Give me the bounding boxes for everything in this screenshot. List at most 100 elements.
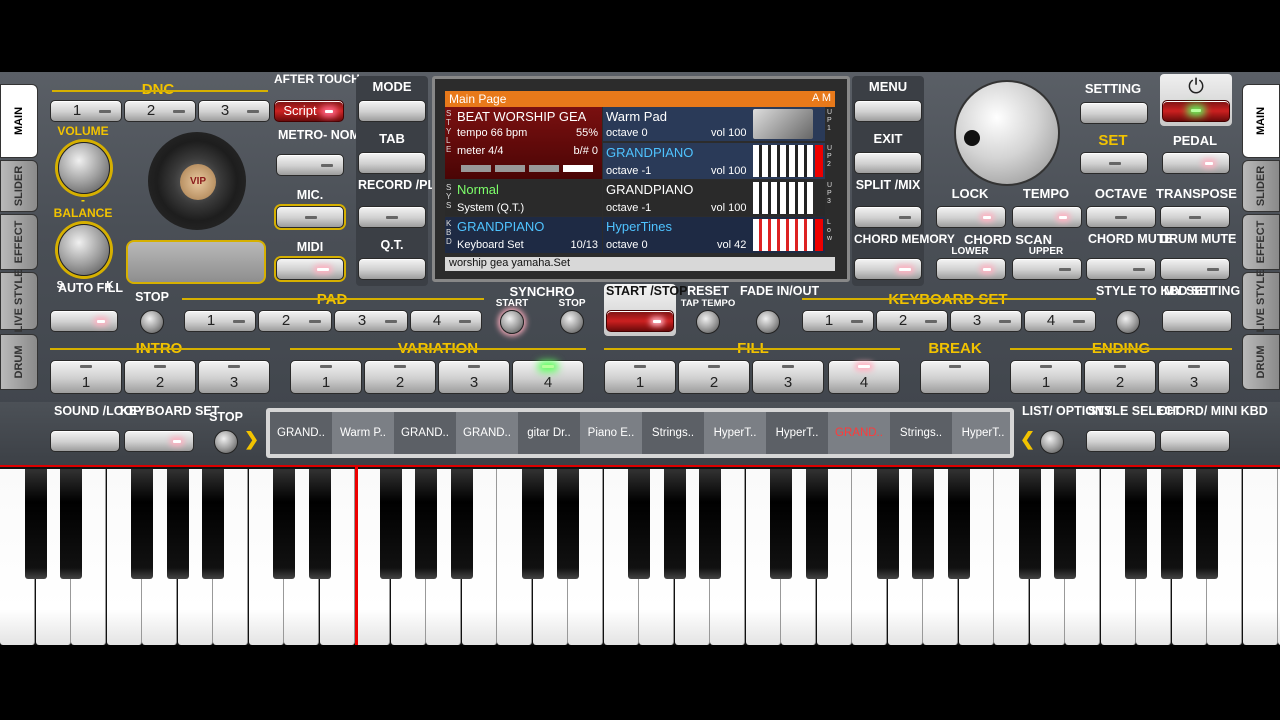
tempo-button[interactable] bbox=[1012, 206, 1082, 228]
keyboard-set-button-4[interactable]: 4 bbox=[1024, 310, 1096, 332]
upper2-voice-panel[interactable]: GRANDPIANO octave -1 vol 100 bbox=[603, 143, 825, 179]
dnc-button-1[interactable]: 1 bbox=[50, 100, 122, 122]
keyboard-set-button-3[interactable]: 3 bbox=[950, 310, 1022, 332]
black-key[interactable] bbox=[24, 469, 47, 579]
exit-button[interactable] bbox=[854, 152, 922, 174]
black-key[interactable] bbox=[131, 469, 153, 579]
black-key[interactable] bbox=[202, 469, 224, 579]
black-key[interactable] bbox=[947, 469, 970, 579]
synchro-stop-knob[interactable] bbox=[560, 310, 584, 334]
pedal-button[interactable] bbox=[1162, 152, 1230, 174]
chord-scan-upper-button[interactable] bbox=[1012, 258, 1082, 280]
black-key[interactable] bbox=[876, 469, 899, 579]
menu-button[interactable] bbox=[854, 100, 922, 122]
mode-button[interactable] bbox=[358, 100, 426, 122]
lower-voice-panel[interactable]: HyperTines octave 0 vol 42 bbox=[603, 217, 825, 253]
set-button[interactable] bbox=[1080, 152, 1148, 174]
tab-slider-left[interactable]: SLIDER bbox=[0, 160, 38, 212]
voice-slot-5[interactable]: gitar Dr.. bbox=[518, 412, 580, 454]
record-play-button[interactable] bbox=[358, 206, 426, 228]
my-setting-button[interactable] bbox=[1162, 310, 1232, 332]
auto-fill-button[interactable] bbox=[50, 310, 118, 332]
black-key[interactable] bbox=[1018, 469, 1041, 579]
tab-main-left[interactable]: MAIN bbox=[0, 84, 38, 158]
black-key[interactable] bbox=[805, 469, 828, 579]
white-key[interactable] bbox=[1242, 469, 1278, 645]
dnc-button-2[interactable]: 2 bbox=[124, 100, 196, 122]
voice-slot-7[interactable]: Strings.. bbox=[642, 412, 704, 454]
ending-button-3[interactable]: 3 bbox=[1158, 360, 1230, 394]
voice-slot-8[interactable]: HyperT.. bbox=[704, 412, 766, 454]
black-key[interactable] bbox=[166, 469, 189, 579]
voice-slot-9[interactable]: HyperT.. bbox=[766, 412, 828, 454]
pad-button-3[interactable]: 3 bbox=[334, 310, 408, 332]
tab-effect-right[interactable]: EFFECT bbox=[1242, 214, 1280, 270]
qt-button[interactable] bbox=[358, 258, 426, 280]
metronome-button[interactable] bbox=[276, 154, 344, 176]
keyboard-set-button-2[interactable]: 2 bbox=[876, 310, 948, 332]
lock-button[interactable] bbox=[936, 206, 1006, 228]
tab-drum-right[interactable]: DRUM bbox=[1242, 334, 1280, 390]
ending-button-2[interactable]: 2 bbox=[1084, 360, 1156, 394]
variation-button-4[interactable]: 4 bbox=[512, 360, 584, 394]
chord-mute-button[interactable] bbox=[1086, 258, 1156, 280]
chord-memory-button[interactable] bbox=[854, 258, 922, 280]
black-key[interactable] bbox=[521, 469, 544, 579]
black-key[interactable] bbox=[379, 469, 402, 579]
power-button[interactable] bbox=[1162, 100, 1230, 122]
tab-drum-left[interactable]: DRUM bbox=[0, 334, 38, 390]
midi-button[interactable] bbox=[276, 258, 344, 280]
black-key[interactable] bbox=[1160, 469, 1183, 579]
black-key[interactable] bbox=[60, 469, 82, 579]
voice-slot-12[interactable]: HyperT.. bbox=[952, 412, 1010, 454]
black-key[interactable] bbox=[770, 469, 792, 579]
tab-effect-left[interactable]: EFFECT bbox=[0, 214, 38, 270]
keyboard-set-button-1[interactable]: 1 bbox=[802, 310, 874, 332]
strip-right-arrow-icon[interactable]: ❯ bbox=[244, 429, 262, 450]
black-key[interactable] bbox=[628, 469, 650, 579]
black-key[interactable] bbox=[699, 469, 721, 579]
voice-slot-4[interactable]: GRAND.. bbox=[456, 412, 518, 454]
black-key[interactable] bbox=[308, 469, 331, 579]
variation-button-1[interactable]: 1 bbox=[290, 360, 362, 394]
tab-slider-right[interactable]: SLIDER bbox=[1242, 160, 1280, 212]
balance-knob[interactable] bbox=[58, 224, 110, 276]
intro-button-2[interactable]: 2 bbox=[124, 360, 196, 394]
fill-button-1[interactable]: 1 bbox=[604, 360, 676, 394]
pad-button-2[interactable]: 2 bbox=[258, 310, 332, 332]
start-stop-button[interactable] bbox=[606, 310, 674, 332]
fill-button-4[interactable]: 4 bbox=[828, 360, 900, 394]
break-button[interactable] bbox=[920, 360, 990, 394]
chord-scan-lower-button[interactable] bbox=[936, 258, 1006, 280]
strip-stop-knob[interactable] bbox=[214, 430, 238, 454]
upper3-voice-panel[interactable]: GRANDPIANO octave -1 vol 100 bbox=[603, 180, 825, 216]
chord-mini-kbd-button[interactable] bbox=[1160, 430, 1230, 452]
variation-button-3[interactable]: 3 bbox=[438, 360, 510, 394]
pad-stop-knob[interactable] bbox=[140, 310, 164, 334]
sound-loop-button[interactable] bbox=[50, 430, 120, 452]
voice-slot-2[interactable]: Warm P.. bbox=[332, 412, 394, 454]
mic-button[interactable] bbox=[276, 206, 344, 228]
style-panel[interactable]: BEAT WORSHIP GEA tempo 66 bpm 55% meter … bbox=[445, 107, 602, 179]
black-key[interactable] bbox=[1054, 469, 1076, 579]
fade-knob[interactable] bbox=[756, 310, 780, 334]
strip-left-arrow-icon[interactable]: ❮ bbox=[1020, 429, 1038, 450]
transpose-button[interactable] bbox=[1160, 206, 1230, 228]
black-key[interactable] bbox=[273, 469, 295, 579]
intro-button-1[interactable]: 1 bbox=[50, 360, 122, 394]
intro-button-3[interactable]: 3 bbox=[198, 360, 270, 394]
system-panel[interactable]: Normal System (Q.T.) bbox=[445, 180, 602, 216]
synchro-start-knob[interactable] bbox=[500, 310, 524, 334]
voice-slot-11[interactable]: Strings.. bbox=[890, 412, 952, 454]
black-key[interactable] bbox=[557, 469, 579, 579]
black-key[interactable] bbox=[450, 469, 473, 579]
upper1-voice-panel[interactable]: Warm Pad octave 0 vol 100 bbox=[603, 107, 825, 141]
black-key[interactable] bbox=[1196, 469, 1218, 579]
black-key[interactable] bbox=[1125, 469, 1147, 579]
tab-button[interactable] bbox=[358, 152, 426, 174]
vip-disc[interactable]: VIP bbox=[148, 132, 246, 230]
voice-slot-10[interactable]: GRAND.. bbox=[828, 412, 890, 454]
variation-button-2[interactable]: 2 bbox=[364, 360, 436, 394]
ending-button-1[interactable]: 1 bbox=[1010, 360, 1082, 394]
fill-button-2[interactable]: 2 bbox=[678, 360, 750, 394]
